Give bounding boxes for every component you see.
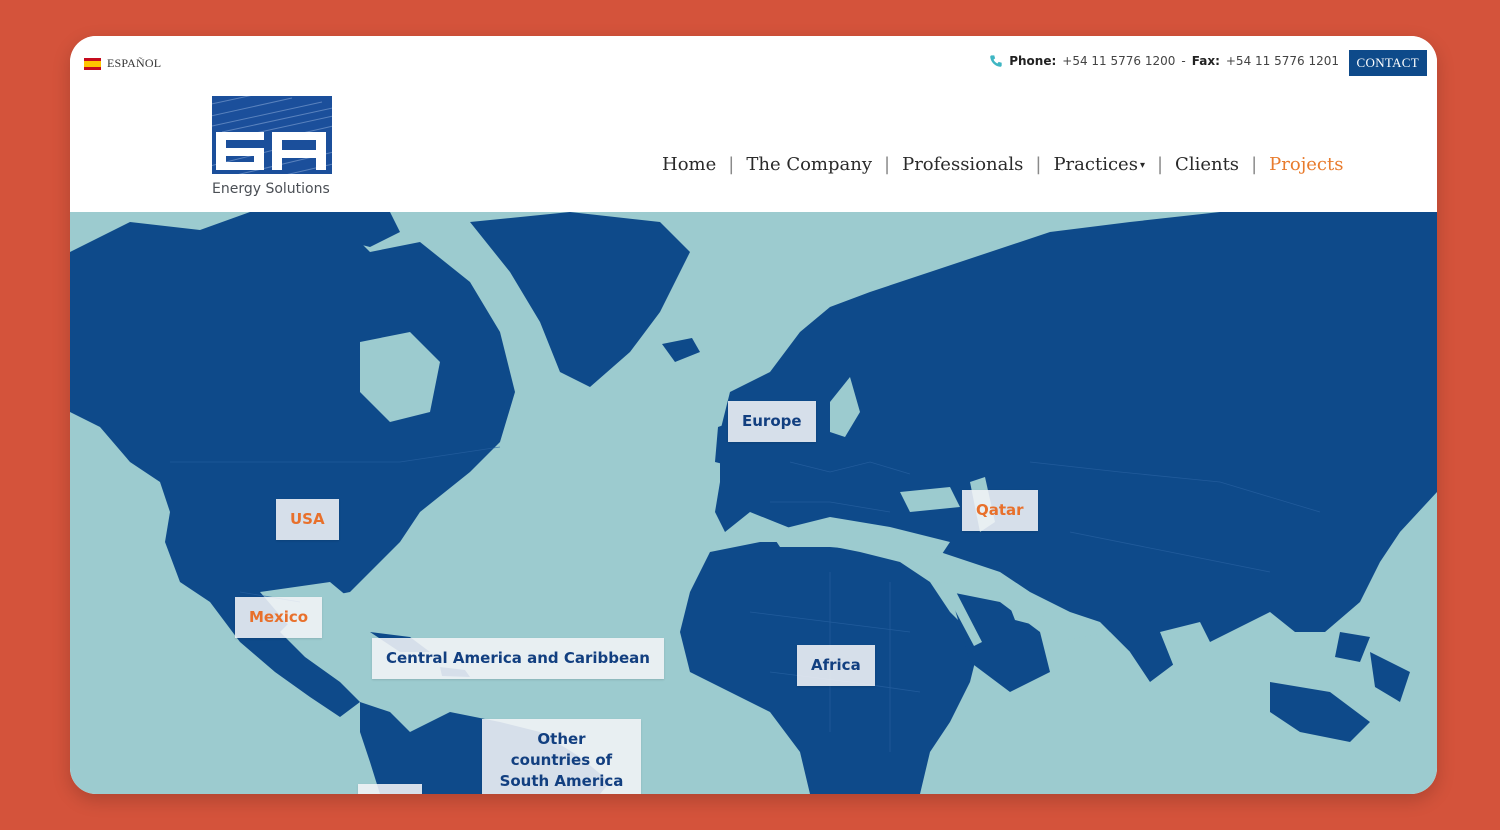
contact-button[interactable]: CONTACT xyxy=(1348,50,1427,76)
region-label-europe[interactable]: Europe xyxy=(728,401,816,442)
nav-the-company[interactable]: The Company xyxy=(746,154,872,175)
phone-label: Phone: xyxy=(1009,54,1057,68)
nav-practices[interactable]: Practices ▾ xyxy=(1053,154,1145,175)
region-label-mexico[interactable]: Mexico xyxy=(235,597,323,638)
phone-icon xyxy=(990,55,1002,67)
phone-number: +54 11 5776 1200 xyxy=(1062,54,1176,68)
region-label-qatar[interactable]: Qatar xyxy=(962,490,1038,531)
region-label-africa[interactable]: Africa xyxy=(797,645,875,686)
main-nav: Home | The Company | Professionals | Pra… xyxy=(662,154,1343,175)
language-label: ESPAÑOL xyxy=(107,56,162,70)
contact-info: Phone: +54 11 5776 1200 - Fax: +54 11 57… xyxy=(989,54,1339,68)
nav-professionals[interactable]: Professionals xyxy=(902,154,1023,175)
region-label-south-america[interactable]: Other countries of South America xyxy=(482,719,641,794)
nav-divider: | xyxy=(1251,154,1258,175)
fax-label: Fax: xyxy=(1191,54,1220,68)
region-label-usa[interactable]: USA xyxy=(276,499,339,540)
nav-divider: | xyxy=(1156,154,1164,175)
region-label-central-america[interactable]: Central America and Caribbean xyxy=(372,638,664,679)
language-switch[interactable]: ESPAÑOL xyxy=(84,56,161,71)
nav-practices-label: Practices xyxy=(1053,154,1138,175)
company-logo[interactable]: Energy Solutions xyxy=(212,96,334,206)
nav-home[interactable]: Home xyxy=(662,154,716,175)
iceland-landmass xyxy=(662,338,700,362)
region-label-partial[interactable] xyxy=(358,784,422,794)
logo-graphic xyxy=(212,96,332,174)
nav-divider: | xyxy=(728,154,735,175)
contact-separator: - xyxy=(1181,54,1186,68)
logo-text: Energy Solutions xyxy=(212,181,330,197)
nav-clients[interactable]: Clients xyxy=(1175,154,1239,175)
caret-down-icon: ▾ xyxy=(1139,159,1145,171)
world-map: Europe USA Qatar Mexico Central America … xyxy=(70,212,1437,794)
logo-mark xyxy=(212,96,332,174)
browser-window: ESPAÑOL Phone: +54 11 5776 1200 - Fax: +… xyxy=(70,36,1437,794)
southeast-asia-islands xyxy=(1270,632,1410,742)
nav-projects[interactable]: Projects xyxy=(1269,154,1343,175)
nav-divider: | xyxy=(1035,154,1042,175)
site-header: Energy Solutions Home | The Company | Pr… xyxy=(70,82,1437,212)
nav-divider: | xyxy=(884,154,891,175)
top-bar: ESPAÑOL Phone: +54 11 5776 1200 - Fax: +… xyxy=(70,36,1437,83)
fax-number: +54 11 5776 1201 xyxy=(1225,54,1339,68)
spain-flag-icon xyxy=(84,57,101,70)
